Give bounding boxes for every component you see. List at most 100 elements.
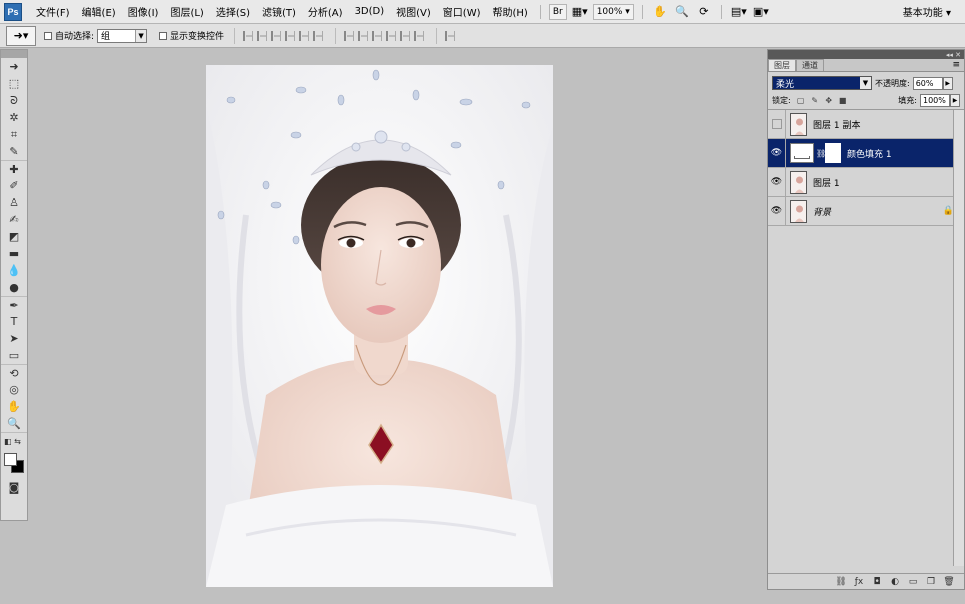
shape-tool-icon[interactable]: ▭ <box>1 347 27 364</box>
menu-select[interactable]: 选择(S) <box>210 4 256 19</box>
menu-window[interactable]: 窗口(W) <box>437 4 487 19</box>
tab-channels[interactable]: 通道 <box>796 59 824 71</box>
new-layer-icon[interactable]: ❐ <box>925 576 937 588</box>
eraser-tool-icon[interactable]: ◩ <box>1 228 27 245</box>
layer-style-icon[interactable]: ƒx <box>853 576 865 588</box>
type-tool-icon[interactable]: T <box>1 313 27 330</box>
layer-mask-thumbnail[interactable] <box>825 143 841 163</box>
pen-tool-icon[interactable]: ✒ <box>1 296 27 313</box>
healing-brush-tool-icon[interactable]: ✚ <box>1 160 27 177</box>
dodge-tool-icon[interactable]: ● <box>1 279 27 296</box>
show-transform-checkbox[interactable] <box>159 31 168 40</box>
fill-field[interactable]: 100% <box>920 94 950 107</box>
auto-select-option[interactable]: 自动选择: <box>44 29 94 42</box>
crop-tool-icon[interactable]: ⌗ <box>1 126 27 143</box>
arrange-documents-icon[interactable]: ▤▾ <box>731 4 747 20</box>
distribute-right-icon[interactable] <box>414 30 425 41</box>
opacity-field[interactable]: 60% <box>912 76 943 90</box>
menu-help[interactable]: 帮助(H) <box>487 4 534 19</box>
opacity-slider-button[interactable]: ▶ <box>942 76 953 90</box>
new-group-icon[interactable]: ▭ <box>907 576 919 588</box>
distribute-bottom-icon[interactable] <box>372 30 383 41</box>
clone-stamp-tool-icon[interactable]: ♙ <box>1 194 27 211</box>
distribute-top-icon[interactable] <box>344 30 355 41</box>
align-hcenter-icon[interactable] <box>299 30 310 41</box>
menu-view[interactable]: 视图(V) <box>390 4 437 19</box>
tab-layers[interactable]: 图层 <box>768 59 796 71</box>
menu-bar: Ps 文件(F) 编辑(E) 图像(I) 图层(L) 选择(S) 滤镜(T) 分… <box>0 0 965 24</box>
auto-select-dropdown[interactable]: 组 ▼ <box>97 28 148 43</box>
gradient-tool-icon[interactable]: ▬ <box>1 245 27 262</box>
visibility-toggle[interactable]: 👁 <box>768 197 786 225</box>
visibility-toggle[interactable]: 👁 <box>768 139 786 167</box>
distribute-hcenter-icon[interactable] <box>400 30 411 41</box>
collapse-panel-icon[interactable]: ◂◂ <box>946 51 953 59</box>
document-canvas[interactable] <box>206 65 553 587</box>
adjustment-layer-icon[interactable]: ◐ <box>889 576 901 588</box>
bridge-button[interactable]: Br <box>548 3 567 20</box>
history-brush-tool-icon[interactable]: ✍ <box>1 211 27 228</box>
show-transform-option[interactable]: 显示变换控件 <box>159 29 224 42</box>
menu-filter[interactable]: 滤镜(T) <box>256 4 302 19</box>
layer-row[interactable]: 👁 图层 1 <box>768 168 964 197</box>
layer-row[interactable]: 👁 ⛓ 颜色填充 1 <box>768 139 964 168</box>
hand-tool-icon[interactable]: ✋ <box>652 4 668 20</box>
auto-align-layers-icon[interactable] <box>445 30 456 41</box>
blur-tool-icon[interactable]: 💧 <box>1 262 27 279</box>
rotate-view-icon[interactable]: ⟳ <box>696 4 712 20</box>
layer-row[interactable]: 👁 背景 🔒 <box>768 197 964 226</box>
align-vcenter-icon[interactable] <box>257 30 268 41</box>
3d-orbit-tool-icon[interactable]: ◎ <box>1 381 27 398</box>
workspace-switcher[interactable]: 基本功能 ▾ <box>903 4 951 19</box>
panel-menu-icon[interactable]: ≡ <box>952 60 960 70</box>
lasso-tool-icon[interactable]: ᘐ <box>1 92 27 109</box>
3d-rotate-tool-icon[interactable]: ⟲ <box>1 364 27 381</box>
lock-position-icon[interactable]: ✥ <box>824 96 834 106</box>
quick-mask-icon[interactable]: ◙ <box>1 479 27 496</box>
menu-file[interactable]: 文件(F) <box>30 4 76 19</box>
align-left-icon[interactable] <box>285 30 296 41</box>
brush-tool-icon[interactable]: ✐ <box>1 177 27 194</box>
magic-wand-tool-icon[interactable]: ✲ <box>1 109 27 126</box>
swap-colors-icon[interactable]: ◧ ⇆ <box>1 432 27 449</box>
lock-pixels-icon[interactable]: ✎ <box>810 96 820 106</box>
align-bottom-icon[interactable] <box>271 30 282 41</box>
blend-mode-dropdown[interactable]: 柔光 ▼ <box>772 76 872 90</box>
delete-layer-icon[interactable]: 🗑 <box>943 576 955 588</box>
fill-slider-button[interactable]: ▶ <box>950 94 960 107</box>
auto-select-checkbox[interactable] <box>44 31 52 40</box>
menu-3d[interactable]: 3D(D) <box>349 6 391 17</box>
menu-analysis[interactable]: 分析(A) <box>302 4 349 19</box>
zoom-level-dropdown[interactable]: 100% ▾ <box>592 3 634 20</box>
menu-layer[interactable]: 图层(L) <box>164 4 209 19</box>
layers-scrollbar[interactable] <box>953 110 964 566</box>
eye-icon: 👁 <box>770 148 783 158</box>
path-selection-tool-icon[interactable]: ➤ <box>1 330 27 347</box>
distribute-vcenter-icon[interactable] <box>358 30 369 41</box>
visibility-toggle[interactable] <box>768 110 786 138</box>
chain-link-icon[interactable]: ⛓ <box>816 149 826 158</box>
layer-row[interactable]: 图层 1 副本 <box>768 110 964 139</box>
zoom-tool-icon[interactable]: 🔍 <box>674 4 690 20</box>
hand-tool-icon[interactable]: ✋ <box>1 398 27 415</box>
lock-transparency-icon[interactable]: ▢ <box>796 96 806 106</box>
screen-layout-icon[interactable]: ▦▾ <box>572 4 588 20</box>
marquee-tool-icon[interactable]: ⬚ <box>1 75 27 92</box>
link-layers-icon[interactable]: ⛓ <box>835 576 847 588</box>
align-top-icon[interactable] <box>243 30 254 41</box>
move-tool-icon[interactable]: ➜ <box>1 58 27 75</box>
lock-all-icon[interactable]: ■ <box>838 96 848 106</box>
menu-edit[interactable]: 编辑(E) <box>76 4 122 19</box>
menu-image[interactable]: 图像(I) <box>122 4 165 19</box>
zoom-tool-icon[interactable]: 🔍 <box>1 415 27 432</box>
toolbar-grip[interactable] <box>1 50 27 58</box>
screen-mode-icon[interactable]: ▣▾ <box>753 4 769 20</box>
close-panel-icon[interactable]: ✕ <box>955 51 961 59</box>
eyedropper-tool-icon[interactable]: ✎ <box>1 143 27 160</box>
visibility-toggle[interactable]: 👁 <box>768 168 786 196</box>
distribute-left-icon[interactable] <box>386 30 397 41</box>
add-mask-icon[interactable]: ◘ <box>871 576 883 588</box>
align-right-icon[interactable] <box>313 30 324 41</box>
foreground-color-swatch[interactable] <box>4 453 17 466</box>
tool-preset-picker[interactable]: ➜▾ <box>6 25 36 46</box>
